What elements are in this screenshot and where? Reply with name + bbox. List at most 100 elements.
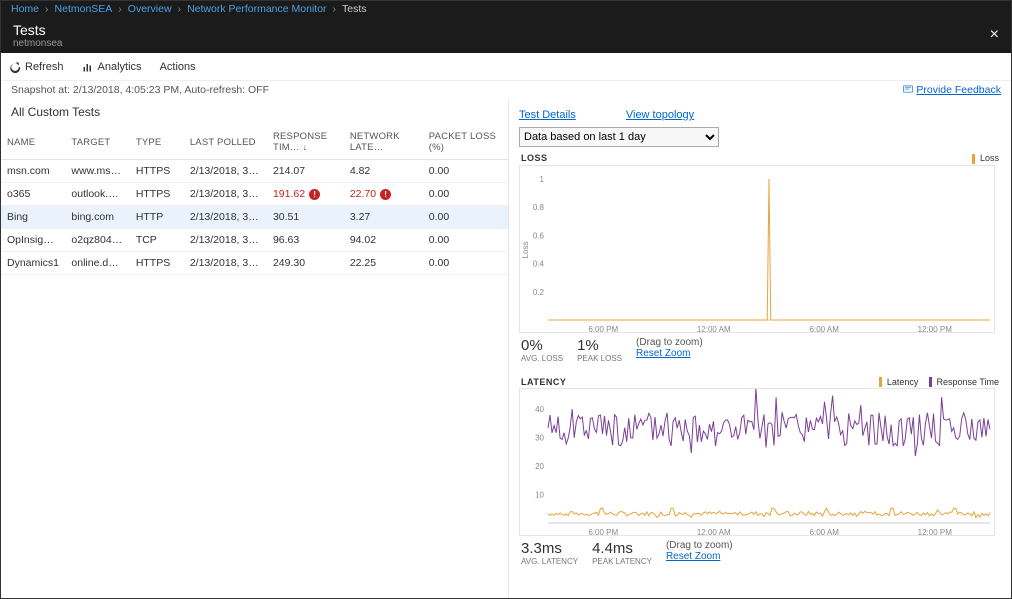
table-cell: Dynamics1 xyxy=(1,252,65,275)
table-cell: 2/13/2018, 3:55:00 … xyxy=(184,160,267,183)
close-icon[interactable]: × xyxy=(990,26,999,44)
breadcrumb-item[interactable]: NetmonSEA xyxy=(55,3,113,15)
view-topology-link[interactable]: View topology xyxy=(626,109,694,121)
table-row[interactable]: Bingbing.comHTTP2/13/2018, 3:55:00 …30.5… xyxy=(1,206,508,229)
resptime-swatch xyxy=(929,377,932,387)
column-header[interactable]: LAST POLLED xyxy=(184,125,267,160)
svg-text:6:00 PM: 6:00 PM xyxy=(588,528,618,536)
latency-stats: 3.3msAVG. LATENCY 4.4msPEAK LATENCY (Dra… xyxy=(521,540,999,566)
loss-legend: Loss xyxy=(964,153,999,164)
table-row[interactable]: Dynamics1online.dyn…HTTPS2/13/2018, 3:55… xyxy=(1,252,508,275)
svg-text:0.2: 0.2 xyxy=(533,287,545,296)
table-cell: 191.62! xyxy=(267,183,344,206)
table-cell: 94.02 xyxy=(344,229,423,252)
table-cell: online.dyn… xyxy=(65,252,129,275)
analytics-label: Analytics xyxy=(98,61,142,73)
loss-peak-label: PEAK LOSS xyxy=(577,354,622,363)
column-header[interactable]: TARGET xyxy=(65,125,129,160)
lat-reset-zoom[interactable]: Reset Zoom xyxy=(666,551,733,562)
table-row[interactable]: o365outlook.off…HTTPS2/13/2018, 3:50:00 … xyxy=(1,183,508,206)
svg-text:0.4: 0.4 xyxy=(533,259,545,268)
column-header[interactable]: TYPE xyxy=(130,125,184,160)
panel-title: All Custom Tests xyxy=(1,99,508,125)
table-cell: 22.25 xyxy=(344,252,423,275)
loss-swatch xyxy=(972,154,975,164)
table-cell: o365 xyxy=(1,183,65,206)
refresh-label: Refresh xyxy=(25,61,64,73)
latency-legend-label: Latency xyxy=(887,377,919,387)
table-cell: 0.00 xyxy=(423,229,508,252)
table-cell: 214.07 xyxy=(267,160,344,183)
tests-table: NAMETARGETTYPELAST POLLEDRESPONSE TIM…↓N… xyxy=(1,125,508,275)
latency-legend: Latency Response Time xyxy=(871,377,999,388)
table-cell: 2/13/2018, 3:55:00 … xyxy=(184,252,267,275)
loss-peak: 1% xyxy=(577,337,622,354)
table-cell: TCP xyxy=(130,229,184,252)
latency-title: LATENCY xyxy=(521,377,566,388)
loss-chart[interactable]: 0.20.40.60.816:00 PM12:00 AM6:00 AM12:00… xyxy=(519,165,995,333)
column-header[interactable]: NETWORK LATE… xyxy=(344,125,423,160)
latency-swatch xyxy=(879,377,882,387)
table-cell: 96.63 xyxy=(267,229,344,252)
latency-chart-head: LATENCY Latency Response Time xyxy=(521,377,999,388)
table-row[interactable]: msn.comwww.msn.c…HTTPS2/13/2018, 3:55:00… xyxy=(1,160,508,183)
analytics-button[interactable]: Analytics xyxy=(82,61,142,73)
time-range-select[interactable]: Data based on last 1 day xyxy=(519,127,719,147)
table-row[interactable]: OpInsights…o2qz804af…TCP2/13/2018, 3:55:… xyxy=(1,229,508,252)
actions-button[interactable]: Actions xyxy=(160,61,196,73)
table-cell: 4.82 xyxy=(344,160,423,183)
table-cell: o2qz804af… xyxy=(65,229,129,252)
analytics-icon xyxy=(82,61,94,73)
svg-text:Loss: Loss xyxy=(521,241,530,258)
snapshot-text: Snapshot at: 2/13/2018, 4:05:23 PM, Auto… xyxy=(11,84,269,96)
refresh-button[interactable]: Refresh xyxy=(9,61,64,73)
breadcrumb-item: Tests xyxy=(342,3,367,15)
alert-icon: ! xyxy=(380,189,391,200)
svg-text:12:00 AM: 12:00 AM xyxy=(697,528,731,536)
alert-icon: ! xyxy=(309,189,320,200)
table-cell: OpInsights… xyxy=(1,229,65,252)
loss-avg-label: AVG. LOSS xyxy=(521,354,563,363)
loss-reset-zoom[interactable]: Reset Zoom xyxy=(636,348,703,359)
loss-chart-head: LOSS Loss xyxy=(521,153,999,164)
svg-text:6:00 AM: 6:00 AM xyxy=(810,528,840,536)
svg-text:40: 40 xyxy=(535,405,544,414)
table-cell: www.msn.c… xyxy=(65,160,129,183)
svg-text:6:00 PM: 6:00 PM xyxy=(588,325,618,333)
column-header[interactable]: RESPONSE TIM…↓ xyxy=(267,125,344,160)
breadcrumb-item[interactable]: Network Performance Monitor xyxy=(187,3,326,15)
table-cell: HTTPS xyxy=(130,252,184,275)
loss-legend-label: Loss xyxy=(980,153,999,163)
test-details-link[interactable]: Test Details xyxy=(519,109,576,121)
snapshot-bar: Snapshot at: 2/13/2018, 4:05:23 PM, Auto… xyxy=(1,81,1011,99)
svg-text:1: 1 xyxy=(540,175,545,184)
latency-chart[interactable]: 102030406:00 PM12:00 AM6:00 AM12:00 PM xyxy=(519,388,995,536)
lat-avg-label: AVG. LATENCY xyxy=(521,557,578,566)
column-header[interactable]: NAME xyxy=(1,125,65,160)
loss-avg: 0% xyxy=(521,337,563,354)
table-cell: msn.com xyxy=(1,160,65,183)
column-header[interactable]: PACKET LOSS (%) xyxy=(423,125,508,160)
feedback-label: Provide Feedback xyxy=(916,84,1001,96)
svg-text:12:00 PM: 12:00 PM xyxy=(918,528,953,536)
content: All Custom Tests NAMETARGETTYPELAST POLL… xyxy=(1,99,1011,598)
breadcrumb: Home›NetmonSEA›Overview›Network Performa… xyxy=(1,1,1011,17)
svg-text:6:00 AM: 6:00 AM xyxy=(810,325,840,333)
feedback-icon xyxy=(903,84,913,97)
svg-text:12:00 AM: 12:00 AM xyxy=(697,325,731,333)
refresh-icon xyxy=(9,61,21,73)
actions-label: Actions xyxy=(160,61,196,73)
table-cell: 249.30 xyxy=(267,252,344,275)
table-cell: 0.00 xyxy=(423,252,508,275)
lat-peak-label: PEAK LATENCY xyxy=(592,557,652,566)
svg-text:30: 30 xyxy=(535,434,544,443)
feedback-link[interactable]: Provide Feedback xyxy=(903,84,1001,97)
breadcrumb-item[interactable]: Home xyxy=(11,3,39,15)
table-cell: 2/13/2018, 3:55:00 … xyxy=(184,229,267,252)
page-subtitle: netmonsea xyxy=(13,38,62,49)
table-cell: 22.70! xyxy=(344,183,423,206)
toolbar: Refresh Analytics Actions xyxy=(1,53,1011,81)
breadcrumb-item[interactable]: Overview xyxy=(128,3,172,15)
table-cell: 2/13/2018, 3:50:00 … xyxy=(184,183,267,206)
table-cell: HTTPS xyxy=(130,160,184,183)
